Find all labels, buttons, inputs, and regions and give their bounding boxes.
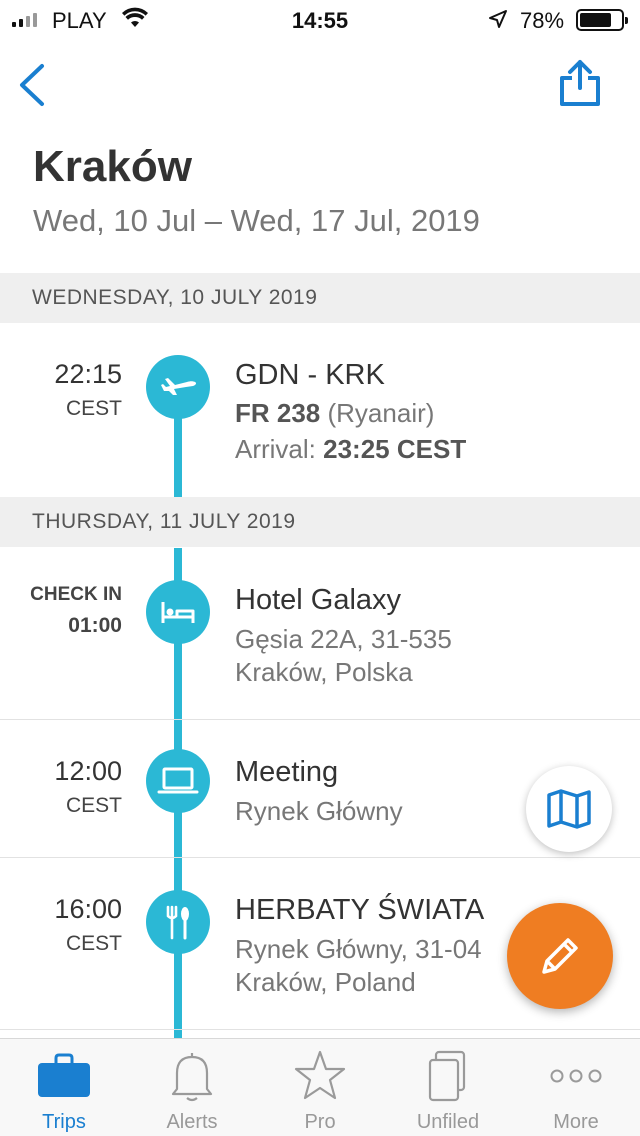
- row-divider: [0, 1029, 640, 1030]
- laptop-icon: [146, 749, 210, 813]
- back-button[interactable]: [14, 60, 50, 110]
- tab-label: Alerts: [166, 1111, 218, 1133]
- edit-button[interactable]: [507, 903, 613, 1009]
- item-time: 01:00: [68, 614, 122, 637]
- item-timezone: CEST: [65, 397, 122, 420]
- status-bar: PLAY 14:55 78%: [0, 0, 640, 40]
- briefcase-icon: [0, 1049, 128, 1101]
- share-button[interactable]: [556, 58, 604, 108]
- item-timezone: CEST: [65, 932, 122, 955]
- ellipsis-icon: [512, 1049, 640, 1103]
- item-title: HERBATY ŚWIATA: [235, 894, 485, 926]
- address-city: Kraków, Poland: [235, 967, 416, 997]
- location-line: Rynek Główny: [235, 796, 403, 826]
- item-title: Meeting: [235, 756, 339, 788]
- bed-icon: [146, 580, 210, 644]
- item-time: 16:00: [54, 894, 122, 924]
- arrival-details: Arrival: 23:25 CEST: [235, 434, 466, 465]
- address-line: Gęsia 22A, 31-535: [235, 624, 452, 654]
- map-button[interactable]: [526, 766, 612, 852]
- airline-name: (Ryanair): [327, 398, 435, 428]
- item-title: Hotel Galaxy: [235, 584, 402, 616]
- tab-unfiled[interactable]: Unfiled: [384, 1039, 512, 1136]
- plane-icon: [146, 355, 210, 419]
- item-time: 12:00: [54, 756, 122, 786]
- chevron-left-icon: [20, 64, 44, 106]
- tab-label: More: [553, 1111, 599, 1133]
- documents-icon: [384, 1049, 512, 1103]
- pencil-icon: [542, 938, 578, 974]
- arrival-label: Arrival:: [235, 434, 316, 464]
- tab-bar: Trips Alerts Pro Unfiled More: [0, 1038, 640, 1136]
- day-header: WEDNESDAY, 10 JULY 2019: [0, 273, 640, 323]
- share-icon: [560, 60, 600, 106]
- trip-title: Kraków: [33, 142, 192, 191]
- battery-percentage: 78%: [520, 8, 565, 33]
- item-time-label: CHECK IN: [30, 584, 122, 605]
- map-icon: [547, 789, 591, 829]
- tab-trips[interactable]: Trips: [0, 1039, 128, 1136]
- star-icon: [256, 1049, 384, 1103]
- arrival-time: 23:25 CEST: [323, 434, 467, 464]
- bell-icon: [128, 1049, 256, 1103]
- trip-dates: Wed, 10 Jul – Wed, 17 Jul, 2019: [33, 203, 480, 238]
- itinerary-item-hotel[interactable]: CHECK IN 01:00 Hotel Galaxy Gęsia 22A, 3…: [0, 548, 640, 720]
- tab-label: Pro: [304, 1111, 336, 1133]
- tab-pro[interactable]: Pro: [256, 1039, 384, 1136]
- tab-more[interactable]: More: [512, 1039, 640, 1136]
- item-title: GDN - KRK: [235, 359, 385, 391]
- tab-label: Trips: [42, 1111, 86, 1133]
- itinerary-item-flight[interactable]: 22:15 CEST GDN - KRK FR 238 (Ryanair) Ar…: [0, 323, 640, 497]
- day-header: THURSDAY, 11 JULY 2019: [0, 497, 640, 547]
- address-city: Kraków, Polska: [235, 657, 413, 687]
- tab-label: Unfiled: [416, 1111, 480, 1133]
- location-arrow-icon: [488, 9, 508, 35]
- fork-spoon-icon: [146, 890, 210, 954]
- item-timezone: CEST: [65, 794, 122, 817]
- flight-number: FR 238: [235, 398, 321, 428]
- battery-icon: [576, 9, 628, 31]
- address-line: Rynek Główny, 31-04: [235, 934, 482, 964]
- tab-alerts[interactable]: Alerts: [128, 1039, 256, 1136]
- item-time: 22:15: [54, 359, 122, 389]
- flight-details: FR 238 (Ryanair): [235, 398, 434, 429]
